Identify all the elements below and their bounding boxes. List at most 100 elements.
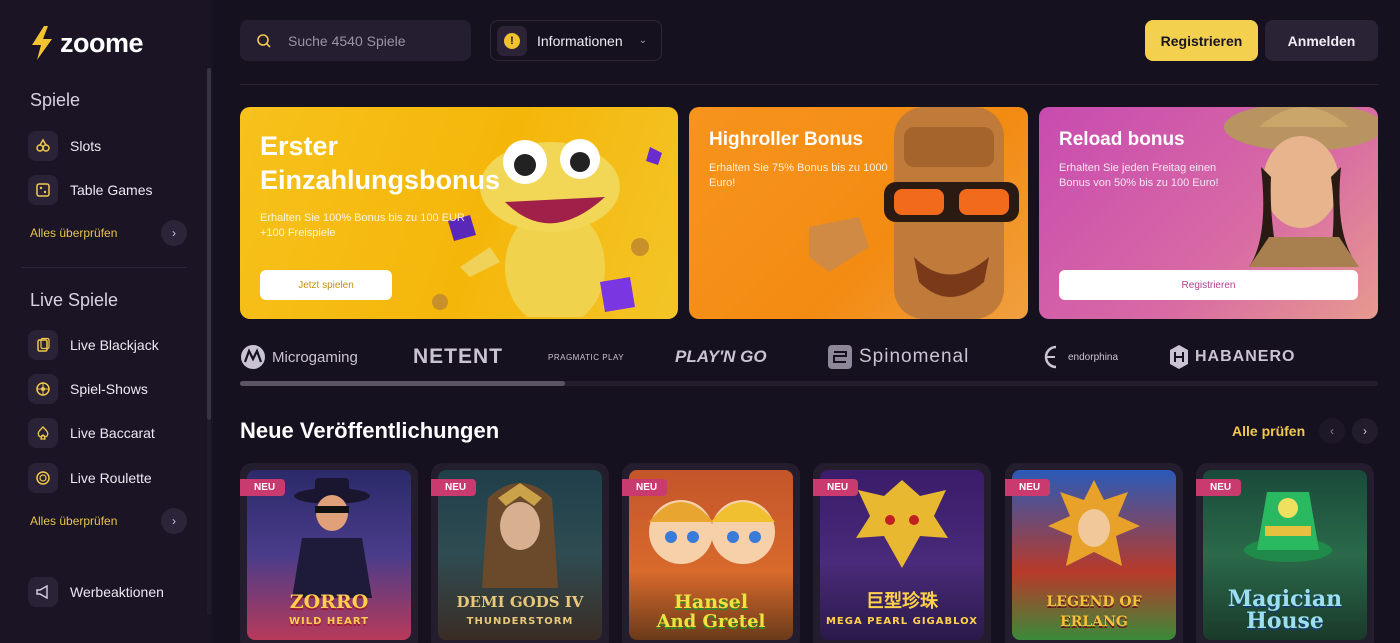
- new-badge: NEU: [240, 479, 286, 496]
- provider-netent[interactable]: NETENT: [413, 338, 503, 376]
- section-title-live-spiele: Live Spiele: [30, 290, 119, 310]
- provider-pragmatic-play[interactable]: PRAGMATIC PLAY: [548, 338, 624, 376]
- goddess-figure-image: [482, 483, 558, 588]
- game-tile-demi-gods-iv[interactable]: DEMI GODS IV THUNDERSTORM NEU: [431, 463, 609, 643]
- play-now-button[interactable]: Jetzt spielen: [260, 270, 392, 300]
- information-dropdown[interactable]: ! Informationen ⌄: [490, 20, 662, 61]
- promo-desc-line2: Euro!: [709, 177, 736, 189]
- sidebar-item-table-games[interactable]: Table Games: [28, 175, 152, 205]
- dice-icon: [28, 175, 58, 205]
- info-badge: !: [497, 25, 527, 56]
- slot-machine-icon: [28, 131, 58, 161]
- search-box[interactable]: [240, 20, 471, 61]
- provider-microgaming[interactable]: Microgaming: [240, 338, 358, 376]
- sidebar-item-label: Live Roulette: [70, 470, 152, 486]
- promo-card-first-deposit[interactable]: Erster Einzahlungsbonus Erhalten Sie 100…: [240, 107, 678, 319]
- sidebar-item-werbeaktionen[interactable]: Werbeaktionen: [28, 577, 164, 607]
- sidebar-scrollbar-track[interactable]: [207, 420, 211, 615]
- game-subtitle: MEGA PEARL GIGABLOX: [825, 616, 979, 627]
- section-title-spiele: Spiele: [30, 90, 81, 110]
- search-icon: [257, 33, 271, 48]
- game-title: DEMI GODS IV: [456, 593, 584, 611]
- explorer-character-image: [1224, 107, 1378, 267]
- see-all-link[interactable]: Alle prüfen: [1232, 423, 1305, 439]
- game-title: LEGEND OF ERLANG: [1046, 594, 1142, 630]
- information-label: Informationen: [537, 32, 623, 49]
- endorphina-logo-icon: [1044, 345, 1057, 369]
- promo-title: Reload bonus: [1059, 129, 1185, 150]
- sidebar: zoome Spiele Slots Table Games Alles übe…: [0, 0, 213, 643]
- provider-strip: Microgaming NETENT PRAGMATIC PLAY PLAY'N…: [240, 338, 1378, 376]
- brand-name: zoome: [60, 27, 144, 58]
- spade-icon: [28, 418, 58, 448]
- sidebar-divider: [22, 267, 187, 268]
- chevron-right-icon[interactable]: ›: [1352, 418, 1378, 444]
- promo-title: Highroller Bonus: [709, 129, 864, 150]
- sidebar-item-spiel-shows[interactable]: Spiel-Shows: [28, 374, 148, 404]
- magician-hat-image: [1244, 492, 1332, 562]
- spinomenal-logo-icon: [828, 345, 852, 369]
- game-title: Hansel: [673, 591, 749, 613]
- provider-endorphina[interactable]: endorphina: [1040, 338, 1118, 376]
- promo-title-line1: Erster: [260, 131, 339, 161]
- new-badge: NEU: [1005, 479, 1051, 496]
- game-tile-zorro[interactable]: ZORRO WILD HEART NEU: [240, 463, 418, 643]
- game-subtitle: WILD HEART: [289, 616, 369, 627]
- hansel-gretel-figures-image: [649, 500, 775, 564]
- header-divider: [240, 84, 1378, 85]
- sidebar-item-label: Slots: [70, 138, 102, 154]
- provider-scroll-thumb[interactable]: [240, 381, 565, 386]
- provider-spinomenal[interactable]: Spinomenal: [827, 338, 969, 376]
- game-tile-magician-house[interactable]: Magician House NEU: [1196, 463, 1374, 643]
- promo-title-line2: Einzahlungsbonus: [260, 165, 500, 195]
- provider-habanero[interactable]: HABANERO: [1169, 338, 1295, 376]
- provider-playn-go[interactable]: PLAY'N GO: [675, 338, 767, 376]
- promo-desc-line1: Erhalten Sie 75% Bonus bis zu 1000: [709, 162, 888, 174]
- sidebar-item-label: Werbeaktionen: [70, 584, 164, 600]
- game-tile-legend-of-erlang[interactable]: LEGEND OF ERLANG NEU: [1005, 463, 1183, 643]
- login-button[interactable]: Anmelden: [1265, 20, 1378, 61]
- zorro-figure-image: [292, 478, 372, 598]
- megaphone-icon: [28, 577, 58, 607]
- game-tile-mega-pearl[interactable]: 巨型珍珠 MEGA PEARL GIGABLOX NEU: [813, 463, 991, 643]
- habanero-logo-icon: [1170, 345, 1188, 369]
- chevron-left-icon[interactable]: ‹: [1319, 418, 1345, 444]
- cards-icon: [28, 330, 58, 360]
- lightning-bolt-icon: [32, 26, 52, 60]
- promo-desc-line1: Erhalten Sie 100% Bonus bis zu 100 EUR: [260, 212, 465, 224]
- sidebar-item-slots[interactable]: Slots: [28, 131, 101, 161]
- game-title: 巨型珍珠: [866, 591, 938, 612]
- register-button[interactable]: Registrieren: [1145, 20, 1258, 61]
- see-all-link-live-spiele[interactable]: Alles überprüfen: [30, 514, 117, 528]
- new-badge: NEU: [431, 479, 477, 496]
- roulette-icon: [28, 463, 58, 493]
- promo-desc-line2: Bonus von 50% bis zu 100 Euro!: [1059, 177, 1219, 189]
- chevron-right-icon[interactable]: ›: [161, 220, 187, 246]
- sidebar-item-label: Table Games: [70, 182, 153, 198]
- new-badge: NEU: [622, 479, 668, 496]
- new-badge: NEU: [1196, 479, 1242, 496]
- sidebar-item-label: Live Blackjack: [70, 337, 159, 353]
- warrior-deity-image: [1048, 480, 1140, 566]
- promo-card-highroller[interactable]: Highroller Bonus Erhalten Sie 75% Bonus …: [689, 107, 1028, 319]
- see-all-link-spiele[interactable]: Alles überprüfen: [30, 226, 117, 240]
- promo-card-reload[interactable]: Reload bonus Erhalten Sie jeden Freitag …: [1039, 107, 1378, 319]
- sidebar-item-live-baccarat[interactable]: Live Baccarat: [28, 418, 155, 448]
- sidebar-item-live-blackjack[interactable]: Live Blackjack: [28, 330, 159, 360]
- game-tile-hansel-and-gretel[interactable]: Hansel And Gretel NEU: [622, 463, 800, 643]
- promo-register-button[interactable]: Registrieren: [1059, 270, 1358, 300]
- sidebar-item-live-roulette[interactable]: Live Roulette: [28, 463, 152, 493]
- sidebar-item-label: Spiel-Shows: [70, 381, 148, 397]
- microgaming-logo-icon: [241, 345, 265, 369]
- promo-desc-line1: Erhalten Sie jeden Freitag einen: [1059, 162, 1217, 174]
- game-subtitle: THUNDERSTORM: [466, 616, 574, 627]
- sidebar-item-label: Live Baccarat: [70, 425, 155, 441]
- chevron-right-icon[interactable]: ›: [161, 508, 187, 534]
- game-subtitle: And Gretel: [656, 611, 766, 632]
- game-subtitle: House: [1246, 608, 1324, 634]
- promo-desc-line2: +100 Freispiele: [260, 227, 336, 239]
- exclamation-icon: !: [504, 32, 520, 49]
- search-input[interactable]: [288, 32, 448, 49]
- brand-logo[interactable]: zoome: [30, 26, 144, 60]
- sidebar-scrollbar-thumb[interactable]: [207, 68, 211, 420]
